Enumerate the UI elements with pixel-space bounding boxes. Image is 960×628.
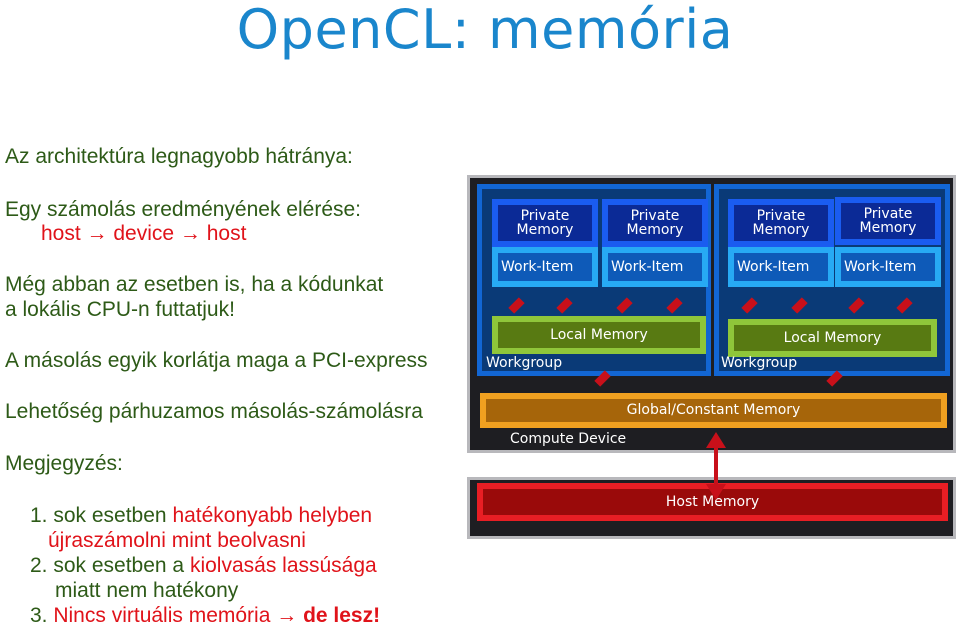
private-memory-label: Memory [626,222,684,238]
compute-device-label: Compute Device [510,431,627,447]
work-item: Work-Item [602,247,708,287]
note-number: 3. [30,604,48,627]
local-memory: Local Memory [492,316,706,354]
bidirectional-arrow-icon [791,297,808,314]
opencl-memory-diagram: Private Memory Private Memory Work-Item … [467,175,960,541]
bidirectional-arrow-icon [556,297,573,314]
private-memory: Private Memory [835,197,941,245]
text-line-parallel-copy: Lehetőség párhuzamos másolás-számolásra [5,400,423,423]
note-item-1-continued: újraszámolni mint beolvasni [48,529,306,552]
note-item-2: 2. sok esetben a kiolvasás lassúsága [30,554,377,578]
text-line-note-heading: Megjegyzés: [5,452,123,475]
text-line-result-access: Egy számolás eredményének elérése: [5,198,362,221]
host-device-transfer-arrow-icon [706,432,726,500]
compute-device-box: Private Memory Private Memory Work-Item … [467,175,956,453]
note-plain: sok esetben [47,504,173,527]
private-memory-label: Private [630,208,680,224]
note-highlight: hatékonyabb helyben [172,504,373,527]
note-number: 1. [30,504,48,527]
work-item: Work-Item [728,247,834,287]
note-highlight: Nincs virtuális memória → [47,604,304,627]
workgroup-2: Private Memory Private Memory Work-Item … [714,184,950,376]
workgroup-label: Workgroup [486,355,563,371]
private-memory-label: Memory [859,220,917,236]
local-memory: Local Memory [728,319,937,357]
text-line-even-local: Még abban az esetben is, ha a kódunkat [5,273,384,296]
private-memory: Private Memory [492,199,598,247]
bidirectional-arrow-icon [896,297,913,314]
note-plain: sok esetben a [47,554,190,577]
private-memory-label: Private [520,208,570,224]
private-memory-label: Memory [752,222,810,238]
global-constant-memory: Global/Constant Memory [480,393,947,428]
note-item-1: 1. sok esetben hatékonyabb helyben [30,504,372,528]
private-memory: Private Memory [602,199,708,247]
bidirectional-arrow-icon [848,297,865,314]
bidirectional-arrow-icon [741,297,758,314]
private-memory-label: Private [863,206,913,222]
work-item: Work-Item [492,247,598,287]
slide-title: OpenCL: memória [236,0,734,61]
bidirectional-arrow-icon [616,297,633,314]
text-line-host-device-host: host → device → host [41,222,247,245]
text-line-pci-express: A másolás egyik korlátja maga a PCI-expr… [5,349,428,372]
bidirectional-arrow-icon [666,297,683,314]
text-line-local-cpu: a lokális CPU-n futtatjuk! [5,298,235,321]
note-highlight: kiolvasás lassúsága [189,554,377,577]
private-memory-label: Memory [516,222,574,238]
work-item: Work-Item [835,247,941,287]
workgroup-1: Private Memory Private Memory Work-Item … [477,184,711,376]
workgroup-label: Workgroup [721,355,798,371]
private-memory: Private Memory [728,199,834,247]
private-memory-label: Private [756,208,806,224]
text-line-disadvantage: Az architektúra legnagyobb hátránya: [5,145,353,168]
note-item-3: 3. Nincs virtuális memória → de lesz! [30,604,380,628]
note-item-2-continued: miatt nem hatékony [55,579,239,602]
bidirectional-arrow-icon [508,297,525,314]
note-number: 2. [30,554,48,577]
note-bold-highlight: de lesz! [303,604,381,627]
